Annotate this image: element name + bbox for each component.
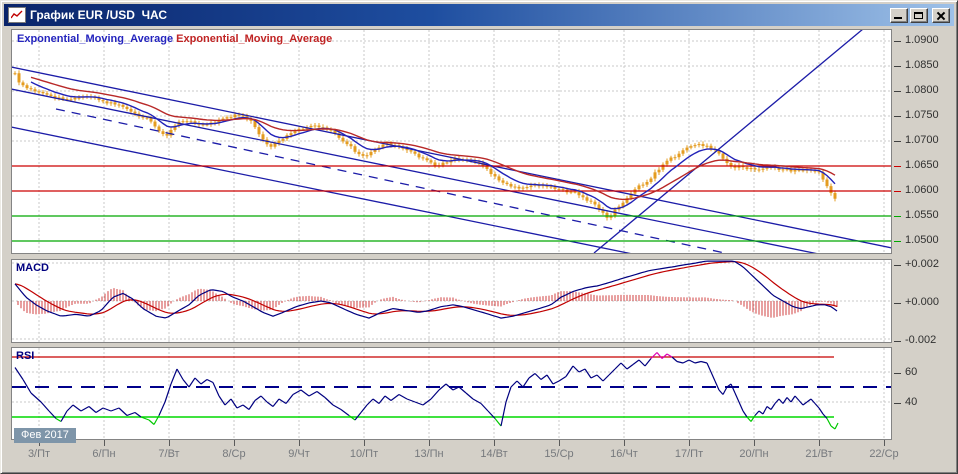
trendline-dashed [56, 109, 891, 253]
time-tick [624, 440, 625, 446]
close-button[interactable] [932, 8, 950, 23]
date-label: 8/Ср [211, 448, 257, 460]
time-tick [104, 440, 105, 446]
macd-chart[interactable] [12, 260, 891, 342]
minimize-button[interactable] [890, 8, 908, 23]
price-axis-label: 1.0700 [905, 134, 939, 146]
time-axis[interactable]: 3/Пт 6/Пн 7/Вт 8/Ср 9/Чт 10/Пт 13/Пн 14/Вт 15/Ср… [11, 440, 893, 466]
time-tick [819, 440, 820, 446]
date-label: 20/Пн [731, 448, 777, 460]
axis-tick [894, 166, 901, 167]
axis-tick [894, 41, 901, 42]
title-bar[interactable]: График EUR /USD ЧАС [4, 4, 954, 26]
price-levels [12, 166, 891, 241]
axis-tick [894, 303, 901, 304]
month-badge: Фев 2017 [14, 428, 76, 443]
macd-histogram [15, 288, 837, 317]
legend-ema-fast: Exponential_Moving_Average [17, 33, 173, 45]
price-chart[interactable] [12, 30, 891, 253]
trendline [12, 127, 891, 253]
indicator-legend: Exponential_Moving_Average Exponential_M… [17, 33, 332, 45]
rsi-axis-label: 40 [905, 396, 917, 408]
axis-tick [894, 116, 901, 117]
macd-label: MACD [16, 262, 49, 274]
price-grid [12, 30, 891, 253]
time-tick [169, 440, 170, 446]
time-tick [754, 440, 755, 446]
time-tick [234, 440, 235, 446]
time-tick [689, 440, 690, 446]
trendlines [12, 30, 891, 253]
time-tick [559, 440, 560, 446]
price-axis-label: 1.0750 [905, 109, 939, 121]
minimize-icon [894, 17, 902, 19]
trendline [12, 67, 891, 248]
rsi-axis-label: 60 [905, 366, 917, 378]
axis-tick [894, 373, 901, 374]
chart-window: График EUR /USD ЧАС Exponential_Moving_A… [0, 0, 958, 474]
axis-tick [894, 241, 901, 242]
date-label: 7/Вт [146, 448, 192, 460]
trendline [594, 30, 863, 253]
rsi-label: RSI [16, 350, 34, 362]
maximize-icon [914, 12, 923, 19]
window-controls [890, 8, 950, 23]
date-label: 14/Вт [471, 448, 517, 460]
price-chart-panel[interactable]: Exponential_Moving_Average Exponential_M… [11, 29, 892, 254]
axis-tick [894, 91, 901, 92]
price-axis[interactable]: 1.0900 1.0850 1.0800 1.0750 1.0700 1.0650 1.06… [894, 29, 952, 449]
chart-icon [8, 7, 26, 23]
macd-axis-label: +0.000 [905, 296, 939, 308]
date-label: 22/Ср [861, 448, 907, 460]
legend-ema-slow: Exponential_Moving_Average [176, 33, 332, 45]
time-tick [494, 440, 495, 446]
price-axis-label: 1.0850 [905, 59, 939, 71]
date-label: 9/Чт [276, 448, 322, 460]
axis-tick [894, 216, 901, 217]
axis-tick [894, 265, 901, 266]
time-tick [299, 440, 300, 446]
date-label: 15/Ср [536, 448, 582, 460]
price-axis-label: 1.0550 [905, 209, 939, 221]
date-label: 17/Пт [666, 448, 712, 460]
price-axis-label: 1.0500 [905, 234, 939, 246]
macd-panel[interactable]: MACD [11, 259, 892, 343]
macd-line [15, 261, 837, 318]
time-tick [884, 440, 885, 446]
maximize-button[interactable] [910, 8, 928, 23]
date-label: 13/Пн [406, 448, 452, 460]
axis-tick [894, 403, 901, 404]
axis-tick [894, 66, 901, 67]
price-axis-label: 1.0900 [905, 34, 939, 46]
time-tick [429, 440, 430, 446]
price-axis-label: 1.0800 [905, 84, 939, 96]
price-axis-label: 1.0600 [905, 184, 939, 196]
axis-tick [894, 191, 901, 192]
date-label: 6/Пн [81, 448, 127, 460]
date-label: 21/Вт [796, 448, 842, 460]
date-label: 10/Пт [341, 448, 387, 460]
axis-tick [894, 341, 901, 342]
axis-tick [894, 141, 901, 142]
macd-axis-label: -0.002 [905, 334, 936, 346]
price-axis-label: 1.0650 [905, 159, 939, 171]
rsi-panel[interactable]: RSI [11, 347, 892, 440]
time-tick [364, 440, 365, 446]
rsi-grid [12, 348, 891, 439]
macd-axis-label: +0.002 [905, 258, 939, 270]
rsi-chart[interactable] [12, 348, 891, 439]
date-label: 3/Пт [16, 448, 62, 460]
window-title: График EUR /USD ЧАС [30, 8, 890, 22]
macd-signal-line [15, 262, 837, 316]
date-label: 16/Чт [601, 448, 647, 460]
